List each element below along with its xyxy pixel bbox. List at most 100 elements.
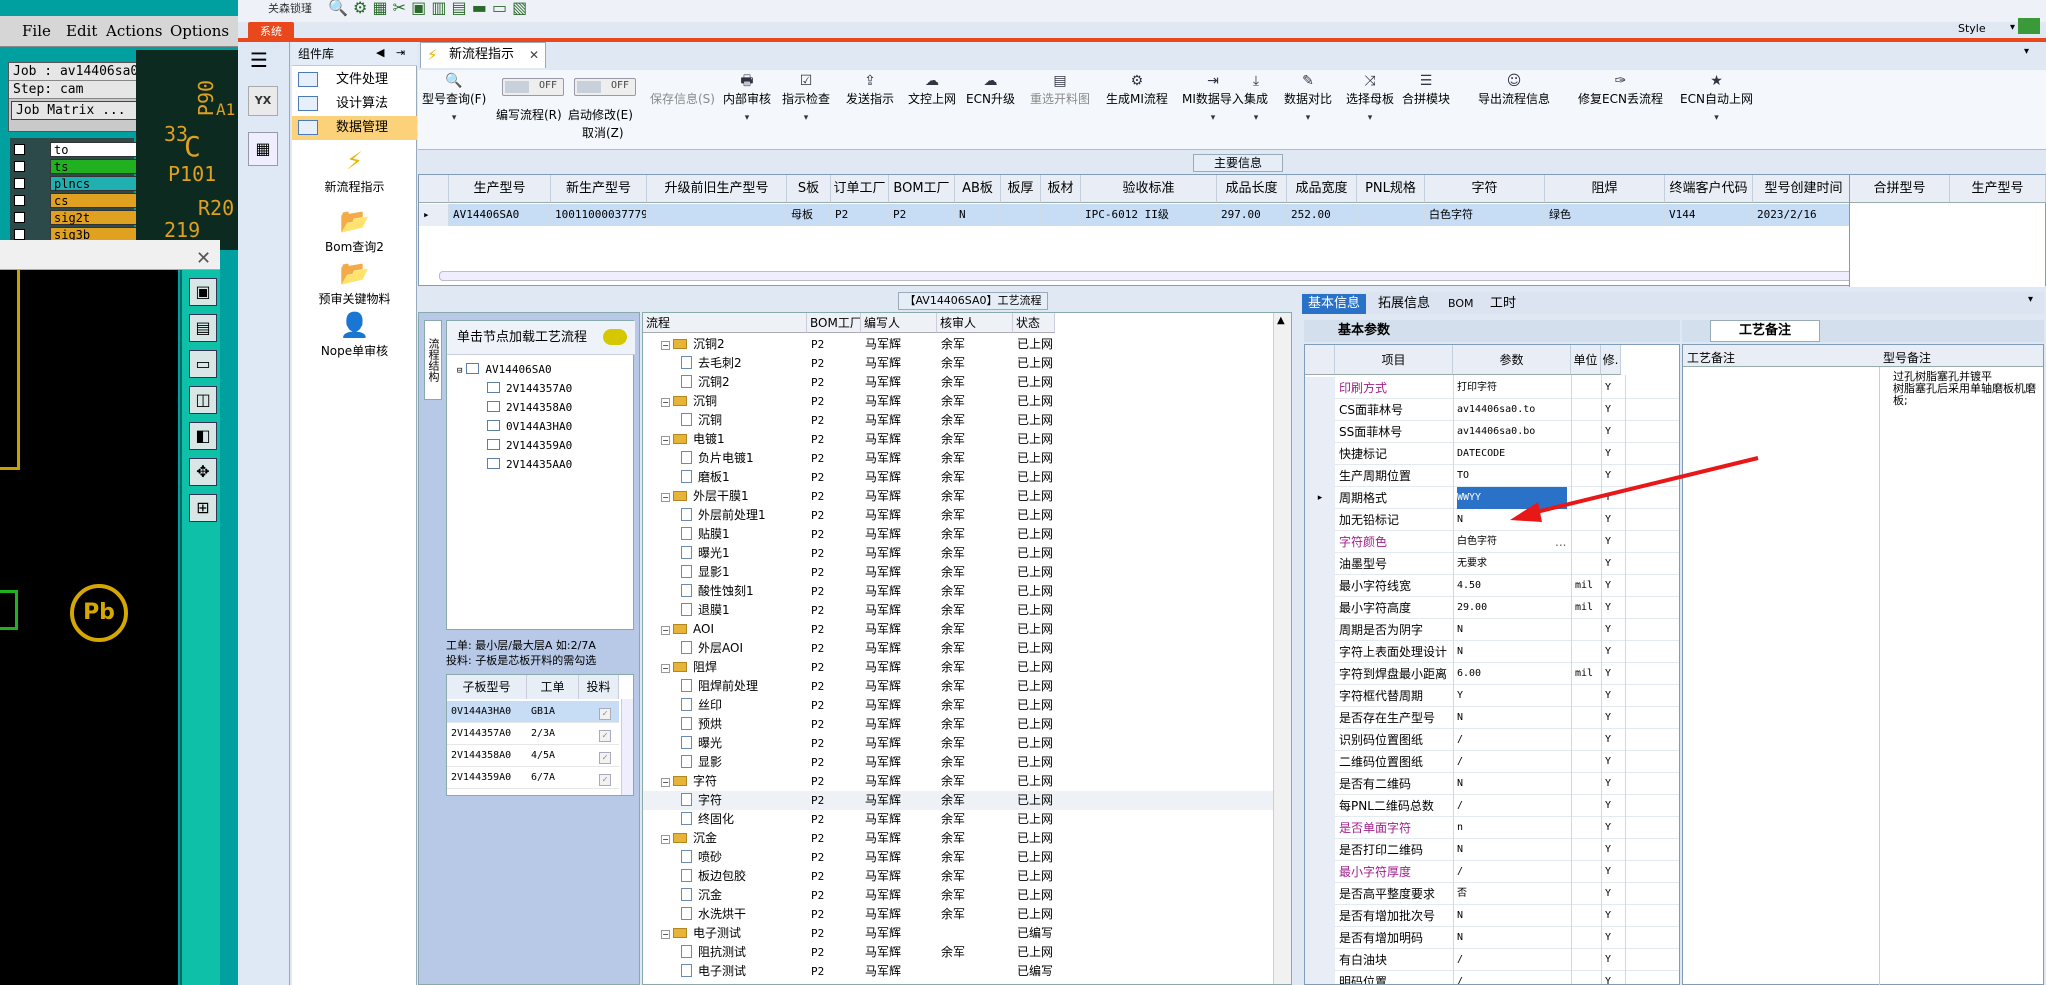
param-row[interactable]: 明码位置 / Y xyxy=(1305,971,1679,984)
column-header[interactable]: BOM工厂 xyxy=(889,175,955,203)
collapse-icon[interactable]: − xyxy=(661,930,670,939)
param-flag[interactable]: Y xyxy=(1605,377,1621,399)
table-cell[interactable]: 母板 xyxy=(787,204,831,226)
toolbar-button[interactable]: ⚙ 生成MI流程 xyxy=(1106,72,1168,107)
collapse-icon[interactable]: − xyxy=(661,493,670,502)
tree-node[interactable]: 0V144A3HA0 xyxy=(487,420,572,433)
table-cell[interactable]: 绿色 xyxy=(1545,204,1665,226)
column-header[interactable]: 单位 xyxy=(1571,345,1601,375)
param-flag[interactable]: Y xyxy=(1605,773,1621,795)
param-value[interactable]: / xyxy=(1457,861,1569,883)
table-cell[interactable]: 2023/2/16 xyxy=(1753,204,1855,226)
toolbar-button[interactable]: ☺ 导出流程信息 xyxy=(1478,72,1550,107)
column-header[interactable]: 验收标准 xyxy=(1081,175,1217,203)
toolbar-strip-icons[interactable]: 🔍 ⚙ ▦ ✂ ▣ ▥ ▤ ▬ ▭ ▧ xyxy=(328,0,527,17)
tree-node[interactable]: 2V144357A0 xyxy=(487,382,572,395)
toolbar-label[interactable]: 编写流程(R) xyxy=(496,106,562,123)
table-cell[interactable]: 0V144A3HA0 xyxy=(447,701,527,723)
process-row[interactable]: − AOI P2 马军辉 余军 已上网 xyxy=(643,620,1273,639)
param-row[interactable]: 二维码位置图纸 / Y xyxy=(1305,751,1679,773)
process-row[interactable]: 负片电镀1 P2 马军辉 余军 已上网 xyxy=(643,449,1273,468)
process-row[interactable]: 曝光1 P2 马军辉 余军 已上网 xyxy=(643,544,1273,563)
column-header[interactable]: 核审人 xyxy=(937,313,1013,333)
grid-icon[interactable] xyxy=(2018,18,2040,34)
table-cell[interactable]: IPC-6012 II级 xyxy=(1081,204,1217,226)
param-value[interactable]: / xyxy=(1457,949,1569,971)
param-row[interactable]: 周期是否为阴字 N Y xyxy=(1305,619,1679,641)
param-value[interactable]: 29.00 xyxy=(1457,597,1569,619)
param-value[interactable]: DATECODE xyxy=(1457,443,1569,465)
process-row[interactable]: 贴膜1 P2 马军辉 余军 已上网 xyxy=(643,525,1273,544)
process-row[interactable]: 外层前处理1 P2 马军辉 余军 已上网 xyxy=(643,506,1273,525)
param-flag[interactable]: Y xyxy=(1605,927,1621,949)
table-cell[interactable]: P2 xyxy=(831,204,889,226)
chat-icon[interactable] xyxy=(603,329,627,345)
param-flag[interactable]: Y xyxy=(1605,443,1621,465)
chevron-down-icon[interactable]: ▾ xyxy=(2010,22,2015,33)
zoom-fit-icon[interactable]: ⊞ xyxy=(189,494,217,522)
column-header[interactable]: 终端客户代码 xyxy=(1665,175,1753,203)
layer-row[interactable]: ts xyxy=(14,159,142,174)
param-row[interactable]: 最小字符线宽 4.50 mil Y xyxy=(1305,575,1679,597)
layer-row[interactable]: to xyxy=(14,142,142,157)
process-row[interactable]: 显影 P2 马军辉 余军 已上网 xyxy=(643,753,1273,772)
table-cell[interactable]: ✓ xyxy=(579,723,619,745)
column-header[interactable]: 合拼型号 xyxy=(1850,175,1950,203)
toggle-switch[interactable]: OFF xyxy=(502,78,564,96)
param-row[interactable]: 是否存在生产型号 N Y xyxy=(1305,707,1679,729)
param-flag[interactable]: Y xyxy=(1605,663,1621,685)
menu-icon[interactable]: ☰ xyxy=(250,48,268,72)
param-row[interactable]: 是否有增加批次号 N Y xyxy=(1305,905,1679,927)
process-row[interactable]: 沉铜 P2 马军辉 余军 已上网 xyxy=(643,411,1273,430)
tab-basic-info[interactable]: 基本信息 xyxy=(1302,294,1367,314)
ellipsis-button[interactable]: ... xyxy=(1555,531,1569,553)
process-row[interactable]: − 外层干膜1 P2 马军辉 余军 已上网 xyxy=(643,487,1273,506)
column-header[interactable]: 投料 xyxy=(579,675,619,699)
param-row[interactable]: ▸ 周期格式 WWYY Y xyxy=(1305,487,1679,509)
tab-work-hours[interactable]: 工时 xyxy=(1484,294,1522,314)
param-value[interactable]: N xyxy=(1457,619,1569,641)
param-row[interactable]: 最小字符厚度 / Y xyxy=(1305,861,1679,883)
toolbar-label[interactable]: 启动修改(E) xyxy=(568,106,633,123)
layer-row[interactable]: cs xyxy=(14,193,142,208)
process-row[interactable]: 阻焊前处理 P2 马军辉 余军 已上网 xyxy=(643,677,1273,696)
column-header[interactable]: 流程 xyxy=(643,313,807,333)
collapse-icon[interactable]: − xyxy=(661,835,670,844)
param-flag[interactable]: Y xyxy=(1605,905,1621,927)
param-flag[interactable]: Y xyxy=(1605,729,1621,751)
checkbox[interactable]: ✓ xyxy=(599,708,611,720)
param-row[interactable]: 有白油块 / Y xyxy=(1305,949,1679,971)
layer-row[interactable]: plncs xyxy=(14,176,142,191)
collapse-left-icon[interactable]: ◀ xyxy=(376,46,384,59)
column-header[interactable]: 升级前旧生产型号 xyxy=(647,175,787,203)
tab-new-flow[interactable]: ⚡ 新流程指示 ✕ xyxy=(420,42,546,68)
table-cell[interactable] xyxy=(1041,204,1081,226)
column-header[interactable]: 项目 xyxy=(1335,345,1453,375)
table-cell[interactable]: V144 xyxy=(1665,204,1753,226)
column-header[interactable]: 修. xyxy=(1601,345,1621,375)
menu-edit[interactable]: Edit xyxy=(66,22,97,40)
app-logo[interactable]: YX xyxy=(248,86,278,116)
process-row[interactable]: 阻抗测试 P2 马军辉 余军 已上网 xyxy=(643,943,1273,962)
param-row[interactable]: 是否单面字符 n Y xyxy=(1305,817,1679,839)
column-header[interactable]: 生产型号 xyxy=(1950,175,2046,203)
param-value[interactable]: N xyxy=(1457,839,1569,861)
param-value[interactable]: n xyxy=(1457,817,1569,839)
process-row[interactable]: − 电子测试 P2 马军辉 已编写 xyxy=(643,924,1273,943)
chevron-down-icon[interactable]: ▾ xyxy=(1346,113,1394,123)
table-cell[interactable]: 297.00 xyxy=(1217,204,1287,226)
chevron-down-icon[interactable]: ▾ xyxy=(2024,46,2029,57)
tree-node[interactable]: 2V144359A0 xyxy=(487,439,572,452)
param-flag[interactable]: Y xyxy=(1605,641,1621,663)
tree-expander-icon[interactable]: ⊟ xyxy=(457,366,462,376)
param-flag[interactable]: Y xyxy=(1605,707,1621,729)
param-row[interactable]: 字符到焊盘最小距离 6.00 mil Y xyxy=(1305,663,1679,685)
param-row[interactable]: CS面菲林号 av14406sa0.to Y xyxy=(1305,399,1679,421)
collapse-icon[interactable]: − xyxy=(661,664,670,673)
process-row[interactable]: 去毛刺2 P2 马军辉 余军 已上网 xyxy=(643,354,1273,373)
param-row[interactable]: 最小字符高度 29.00 mil Y xyxy=(1305,597,1679,619)
collapse-icon[interactable]: − xyxy=(661,341,670,350)
param-row[interactable]: 是否打印二维码 N Y xyxy=(1305,839,1679,861)
param-flag[interactable]: Y xyxy=(1605,509,1621,531)
chevron-down-icon[interactable]: ▾ xyxy=(1182,113,1244,123)
